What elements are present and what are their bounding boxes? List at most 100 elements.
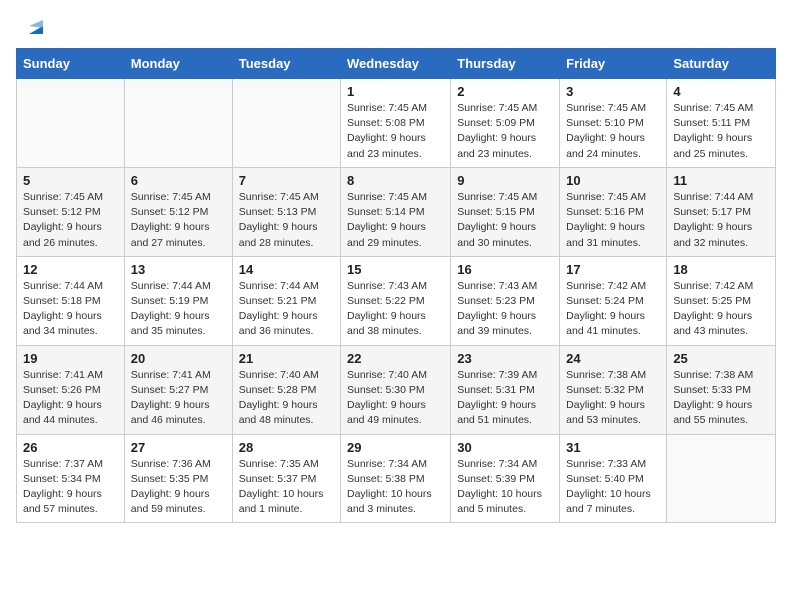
day-number: 12 [23, 262, 118, 277]
day-info: Sunrise: 7:36 AM Sunset: 5:35 PM Dayligh… [131, 457, 226, 518]
day-number: 24 [566, 351, 660, 366]
day-cell: 25 Sunrise: 7:38 AM Sunset: 5:33 PM Dayli… [667, 345, 776, 434]
day-info: Sunrise: 7:38 AM Sunset: 5:32 PM Dayligh… [566, 368, 660, 429]
day-cell: 7 Sunrise: 7:45 AM Sunset: 5:13 PM Daylig… [232, 167, 340, 256]
day-cell: 1 Sunrise: 7:45 AM Sunset: 5:08 PM Daylig… [341, 79, 451, 168]
weekday-header-tuesday: Tuesday [232, 49, 340, 79]
day-number: 18 [673, 262, 769, 277]
day-cell: 5 Sunrise: 7:45 AM Sunset: 5:12 PM Daylig… [17, 167, 125, 256]
day-cell [124, 79, 232, 168]
day-info: Sunrise: 7:45 AM Sunset: 5:13 PM Dayligh… [239, 190, 334, 251]
day-number: 26 [23, 440, 118, 455]
day-cell: 28 Sunrise: 7:35 AM Sunset: 5:37 PM Dayli… [232, 434, 340, 523]
week-row-4: 26 Sunrise: 7:37 AM Sunset: 5:34 PM Dayli… [17, 434, 776, 523]
day-info: Sunrise: 7:44 AM Sunset: 5:19 PM Dayligh… [131, 279, 226, 340]
weekday-header-row: SundayMondayTuesdayWednesdayThursdayFrid… [17, 49, 776, 79]
weekday-header-wednesday: Wednesday [341, 49, 451, 79]
day-number: 11 [673, 173, 769, 188]
day-cell: 21 Sunrise: 7:40 AM Sunset: 5:28 PM Dayli… [232, 345, 340, 434]
weekday-header-saturday: Saturday [667, 49, 776, 79]
day-info: Sunrise: 7:45 AM Sunset: 5:14 PM Dayligh… [347, 190, 444, 251]
day-cell [667, 434, 776, 523]
day-number: 8 [347, 173, 444, 188]
day-cell: 22Sunrise: 7:40 AM Sunset: 5:30 PM Dayli… [341, 345, 451, 434]
day-number: 10 [566, 173, 660, 188]
day-cell: 12 Sunrise: 7:44 AM Sunset: 5:18 PM Dayli… [17, 256, 125, 345]
day-cell: 20 Sunrise: 7:41 AM Sunset: 5:27 PM Dayli… [124, 345, 232, 434]
day-number: 19 [23, 351, 118, 366]
day-info: Sunrise: 7:40 AM Sunset: 5:28 PM Dayligh… [239, 368, 334, 429]
day-info: Sunrise: 7:44 AM Sunset: 5:18 PM Dayligh… [23, 279, 118, 340]
day-info: Sunrise: 7:38 AM Sunset: 5:33 PM Dayligh… [673, 368, 769, 429]
day-info: Sunrise: 7:45 AM Sunset: 5:12 PM Dayligh… [23, 190, 118, 251]
day-cell: 15Sunrise: 7:43 AM Sunset: 5:22 PM Dayli… [341, 256, 451, 345]
day-info: Sunrise: 7:45 AM Sunset: 5:09 PM Dayligh… [457, 101, 553, 162]
day-cell: 13 Sunrise: 7:44 AM Sunset: 5:19 PM Dayli… [124, 256, 232, 345]
day-cell: 10 Sunrise: 7:45 AM Sunset: 5:16 PM Dayli… [560, 167, 667, 256]
day-cell: 8 Sunrise: 7:45 AM Sunset: 5:14 PM Daylig… [341, 167, 451, 256]
day-info: Sunrise: 7:34 AM Sunset: 5:38 PM Dayligh… [347, 457, 444, 518]
day-number: 29 [347, 440, 444, 455]
day-number: 30 [457, 440, 553, 455]
day-number: 6 [131, 173, 226, 188]
day-number: 25 [673, 351, 769, 366]
day-info: Sunrise: 7:45 AM Sunset: 5:15 PM Dayligh… [457, 190, 553, 251]
header [0, 0, 792, 48]
calendar-table: SundayMondayTuesdayWednesdayThursdayFrid… [16, 48, 776, 523]
logo [24, 18, 47, 38]
day-info: Sunrise: 7:34 AM Sunset: 5:39 PM Dayligh… [457, 457, 553, 518]
day-cell: 18 Sunrise: 7:42 AM Sunset: 5:25 PM Dayli… [667, 256, 776, 345]
day-info: Sunrise: 7:45 AM Sunset: 5:12 PM Dayligh… [131, 190, 226, 251]
week-row-0: 1 Sunrise: 7:45 AM Sunset: 5:08 PM Daylig… [17, 79, 776, 168]
week-row-2: 12 Sunrise: 7:44 AM Sunset: 5:18 PM Dayli… [17, 256, 776, 345]
day-number: 5 [23, 173, 118, 188]
day-number: 2 [457, 84, 553, 99]
day-number: 20 [131, 351, 226, 366]
day-number: 4 [673, 84, 769, 99]
day-info: Sunrise: 7:41 AM Sunset: 5:27 PM Dayligh… [131, 368, 226, 429]
day-number: 21 [239, 351, 334, 366]
day-info: Sunrise: 7:45 AM Sunset: 5:10 PM Dayligh… [566, 101, 660, 162]
day-number: 27 [131, 440, 226, 455]
day-info: Sunrise: 7:45 AM Sunset: 5:16 PM Dayligh… [566, 190, 660, 251]
day-info: Sunrise: 7:40 AM Sunset: 5:30 PM Dayligh… [347, 368, 444, 429]
day-cell: 14Sunrise: 7:44 AM Sunset: 5:21 PM Dayli… [232, 256, 340, 345]
day-cell: 27 Sunrise: 7:36 AM Sunset: 5:35 PM Dayli… [124, 434, 232, 523]
day-cell: 6 Sunrise: 7:45 AM Sunset: 5:12 PM Daylig… [124, 167, 232, 256]
day-info: Sunrise: 7:39 AM Sunset: 5:31 PM Dayligh… [457, 368, 553, 429]
day-number: 3 [566, 84, 660, 99]
calendar-page: SundayMondayTuesdayWednesdayThursdayFrid… [0, 0, 792, 539]
day-number: 28 [239, 440, 334, 455]
day-number: 7 [239, 173, 334, 188]
day-info: Sunrise: 7:43 AM Sunset: 5:22 PM Dayligh… [347, 279, 444, 340]
day-cell: 29 Sunrise: 7:34 AM Sunset: 5:38 PM Dayli… [341, 434, 451, 523]
day-cell: 23 Sunrise: 7:39 AM Sunset: 5:31 PM Dayli… [451, 345, 560, 434]
day-number: 14 [239, 262, 334, 277]
day-number: 31 [566, 440, 660, 455]
day-cell: 16Sunrise: 7:43 AM Sunset: 5:23 PM Dayli… [451, 256, 560, 345]
day-number: 17 [566, 262, 660, 277]
day-info: Sunrise: 7:42 AM Sunset: 5:25 PM Dayligh… [673, 279, 769, 340]
day-cell: 24 Sunrise: 7:38 AM Sunset: 5:32 PM Dayli… [560, 345, 667, 434]
day-cell: 11 Sunrise: 7:44 AM Sunset: 5:17 PM Dayli… [667, 167, 776, 256]
day-number: 13 [131, 262, 226, 277]
day-cell: 19Sunrise: 7:41 AM Sunset: 5:26 PM Dayli… [17, 345, 125, 434]
day-cell: 9 Sunrise: 7:45 AM Sunset: 5:15 PM Daylig… [451, 167, 560, 256]
day-number: 23 [457, 351, 553, 366]
day-info: Sunrise: 7:44 AM Sunset: 5:17 PM Dayligh… [673, 190, 769, 251]
day-number: 16 [457, 262, 553, 277]
day-info: Sunrise: 7:33 AM Sunset: 5:40 PM Dayligh… [566, 457, 660, 518]
day-number: 9 [457, 173, 553, 188]
week-row-1: 5 Sunrise: 7:45 AM Sunset: 5:12 PM Daylig… [17, 167, 776, 256]
weekday-header-monday: Monday [124, 49, 232, 79]
day-info: Sunrise: 7:35 AM Sunset: 5:37 PM Dayligh… [239, 457, 334, 518]
day-info: Sunrise: 7:45 AM Sunset: 5:08 PM Dayligh… [347, 101, 444, 162]
day-cell: 4Sunrise: 7:45 AM Sunset: 5:11 PM Daylig… [667, 79, 776, 168]
week-row-3: 19Sunrise: 7:41 AM Sunset: 5:26 PM Dayli… [17, 345, 776, 434]
day-info: Sunrise: 7:37 AM Sunset: 5:34 PM Dayligh… [23, 457, 118, 518]
weekday-header-thursday: Thursday [451, 49, 560, 79]
weekday-header-friday: Friday [560, 49, 667, 79]
logo-icon [25, 16, 47, 38]
day-number: 1 [347, 84, 444, 99]
day-cell: 2 Sunrise: 7:45 AM Sunset: 5:09 PM Daylig… [451, 79, 560, 168]
